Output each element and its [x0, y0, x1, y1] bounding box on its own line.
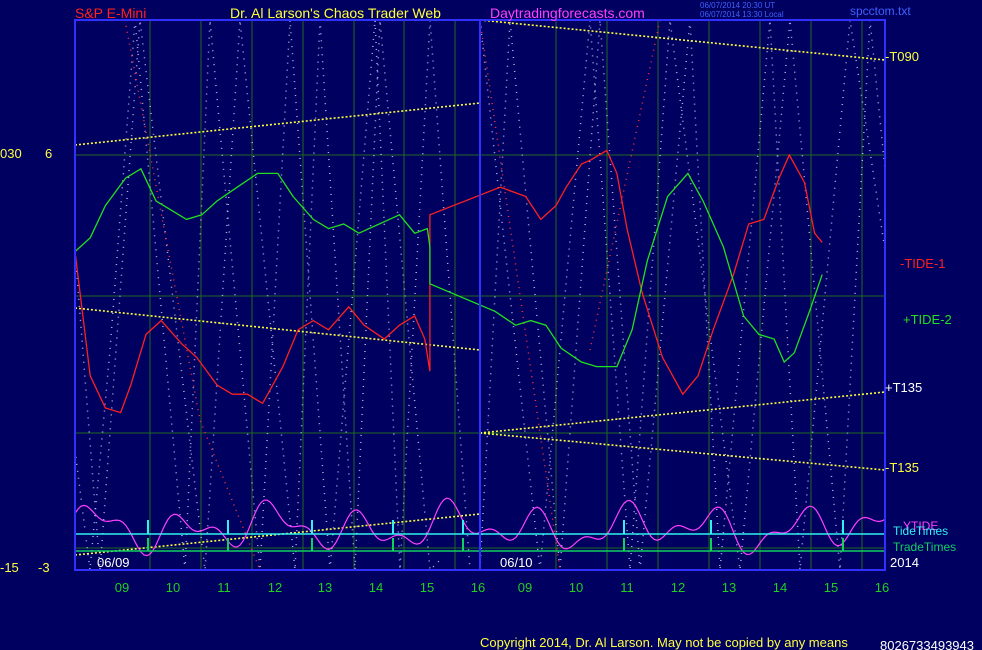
hour-label-day2-09: 09: [518, 580, 532, 595]
hour-label-day2-14: 14: [773, 580, 787, 595]
hour-label-day2-10: 10: [569, 580, 583, 595]
date-label-day1: 06/09: [97, 555, 130, 570]
copyright: Copyright 2014, Dr. Al Larson. May not b…: [480, 635, 848, 650]
chart-title: Dr. Al Larson's Chaos Trader Web: [230, 5, 441, 21]
timestamp-ut: 06/07/2014 20:30 UT: [700, 1, 775, 10]
scale-top-outer: 030: [0, 146, 22, 161]
hour-label-day1-13: 13: [318, 580, 332, 595]
hour-label-day1-09: 09: [115, 580, 129, 595]
date-label-day2: 06/10: [500, 555, 533, 570]
label-tide1: -TIDE-1: [900, 256, 946, 271]
scale-bottom-inner: -3: [38, 560, 50, 575]
scale-top-inner: 6: [45, 146, 52, 161]
label-t135-plus: +T135: [885, 380, 922, 395]
year-label: 2014: [890, 555, 919, 570]
hour-label-day2-16: 16: [875, 580, 889, 595]
hour-label-day2-15: 15: [824, 580, 838, 595]
file-name: spcctom.txt: [850, 4, 911, 18]
hour-label-day1-11: 11: [217, 580, 231, 595]
label-t135-minus: -T135: [885, 460, 919, 475]
hour-label-day2-13: 13: [722, 580, 736, 595]
symbol-label: S&P E-Mini: [75, 5, 146, 21]
label-tidetimes: TideTimes: [893, 524, 948, 538]
label-tradetimes: TradeTimes: [893, 540, 956, 554]
label-t090: -T090: [885, 49, 919, 64]
hour-label-day1-10: 10: [166, 580, 180, 595]
label-tide2: +TIDE-2: [903, 312, 952, 327]
hour-label-day2-11: 11: [620, 580, 634, 595]
timestamp-local: 06/07/2014 13:30 Local: [700, 10, 784, 19]
hour-label-day1-16: 16: [471, 580, 485, 595]
chart-code: 8026733493943: [880, 638, 974, 650]
hour-label-day1-14: 14: [369, 580, 383, 595]
site-link[interactable]: Daytradingforecasts.com: [490, 5, 645, 21]
hour-label-day2-12: 12: [671, 580, 685, 595]
chaos-chart: S&P E-Mini Dr. Al Larson's Chaos Trader …: [0, 0, 982, 650]
hour-label-day1-15: 15: [420, 580, 434, 595]
scale-bottom-outer: -15: [0, 560, 19, 575]
hour-label-day1-12: 12: [268, 580, 282, 595]
